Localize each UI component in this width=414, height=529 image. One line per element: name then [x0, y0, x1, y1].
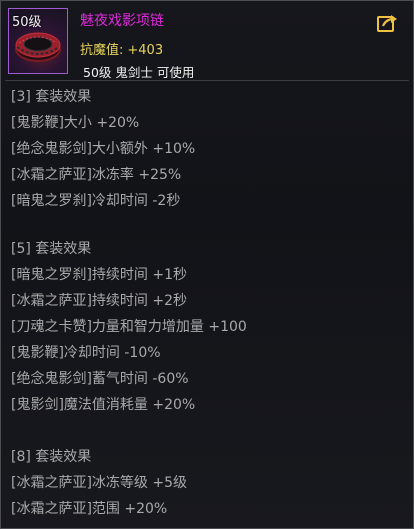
set-effect-line: [鬼影鞭]冷却时间 -10% [11, 345, 161, 361]
set-effect-block-8: [8] 套装效果 [冰霜之萨亚]冰冻等级 +5级 [冰霜之萨亚]范围 +20% [11, 444, 187, 522]
set-effect-line: [暗鬼之罗刹]持续时间 +1秒 [11, 267, 188, 283]
set-effect-block-5: [5] 套装效果 [暗鬼之罗刹]持续时间 +1秒 [冰霜之萨亚]持续时间 +2秒… [11, 236, 247, 418]
set-effect-line: [绝念鬼影剑]蓄气时间 -60% [11, 371, 189, 387]
stat-label: 抗魔值: [80, 43, 124, 58]
set-title: [3] 套装效果 [11, 89, 92, 105]
set-effect-line: [刀魂之卡赞]力量和智力增加量 +100 [11, 319, 247, 335]
set-effect-line: [冰霜之萨亚]冰冻等级 +5级 [11, 475, 188, 491]
set-title: [8] 套装效果 [11, 449, 92, 465]
set-effect-line: [绝念鬼影剑]大小额外 +10% [11, 141, 196, 157]
item-level-badge: 50级 [12, 15, 42, 30]
requirement-text: 50级 鬼剑士 可使用 [83, 65, 195, 80]
header-divider [5, 80, 409, 81]
tooltip-header: 50级 魅夜戏影项链 抗魔值: +403 50级 鬼剑士 可使用 [1, 1, 413, 81]
set-effect-line: [冰霜之萨亚]范围 +20% [11, 501, 168, 517]
set-effect-line: [冰霜之萨亚]冰冻率 +25% [11, 167, 182, 183]
set-effect-line: [鬼影剑]魔法值消耗量 +20% [11, 397, 196, 413]
share-icon [377, 15, 397, 32]
share-button[interactable] [377, 13, 399, 33]
set-effect-line: [暗鬼之罗刹]冷却时间 -2秒 [11, 193, 181, 209]
necklace-graphic [15, 32, 61, 62]
item-name: 魅夜戏影项链 [80, 13, 164, 29]
stat-line: 抗魔值: +403 [80, 39, 163, 58]
set-effect-line: [冰霜之萨亚]持续时间 +2秒 [11, 293, 188, 309]
stat-value: +403 [127, 43, 164, 58]
set-title: [5] 套装效果 [11, 241, 92, 257]
set-effect-line: [鬼影鞭]大小 +20% [11, 115, 140, 131]
set-effect-block-3: [3] 套装效果 [鬼影鞭]大小 +20% [绝念鬼影剑]大小额外 +10% [… [11, 84, 195, 214]
necklace-icon: 50级 [8, 8, 68, 74]
item-tooltip: 50级 魅夜戏影项链 抗魔值: +403 50级 鬼剑士 可使用 [3] 套装效果… [0, 0, 414, 529]
